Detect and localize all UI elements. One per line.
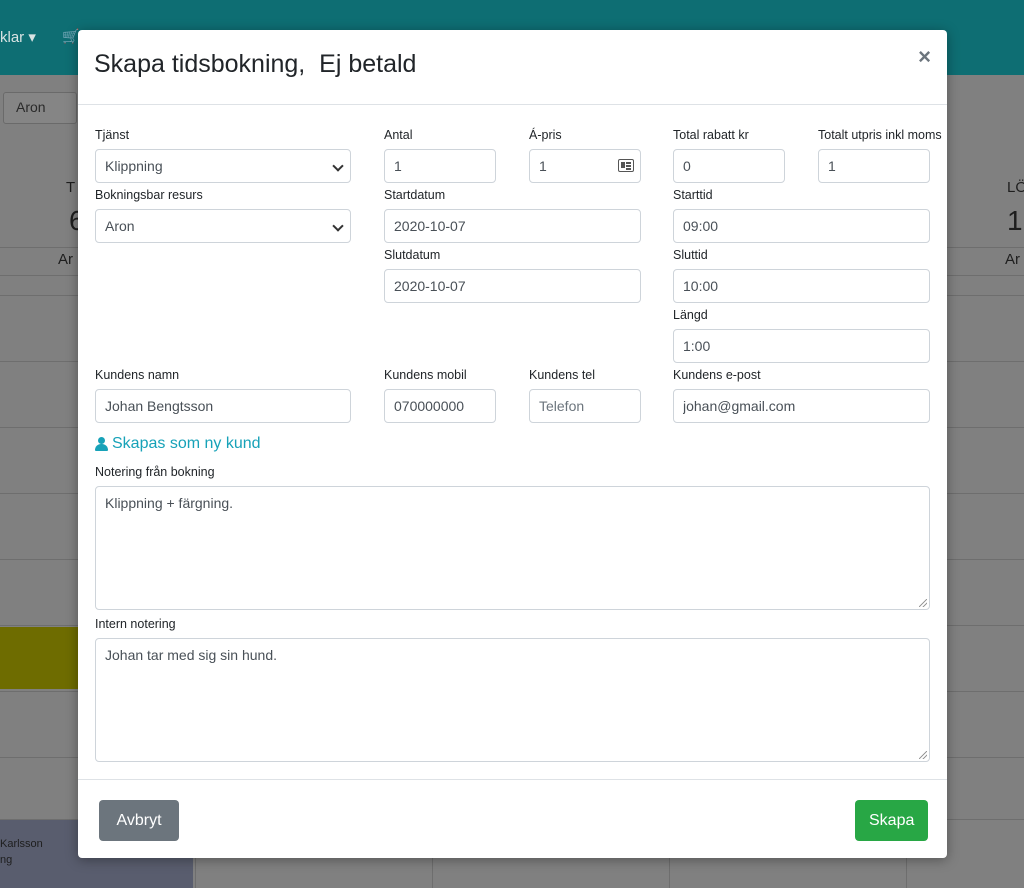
duration-value: 1:00 — [683, 338, 711, 354]
resource-select[interactable]: Aron — [95, 209, 351, 243]
customer-email-label: Kundens e-post — [673, 368, 761, 382]
create-booking-modal: Skapa tidsbokning, Ej betald × Tjänst An… — [78, 30, 947, 858]
total-price-label: Totalt utpris inkl moms — [818, 128, 942, 142]
customer-phone-placeholder: Telefon — [539, 398, 585, 414]
resource-filter-select[interactable]: Aron — [3, 92, 77, 124]
customer-mobile-value: 070000000 — [394, 398, 465, 414]
modal-title: Skapa tidsbokning, Ej betald — [94, 50, 417, 78]
customer-name-input[interactable]: Johan Bengtsson — [95, 389, 351, 423]
booking-block-sub: ng — [0, 854, 13, 866]
customer-mobile-label: Kundens mobil — [384, 368, 467, 382]
booking-note-textarea[interactable]: Klippning + färgning. — [95, 486, 930, 610]
user-icon — [95, 437, 108, 451]
service-value: Klippning — [105, 158, 163, 174]
customer-name-label: Kundens namn — [95, 368, 180, 382]
start-date-value: 2020-10-07 — [394, 218, 466, 234]
customer-name-value: Johan Bengtsson — [105, 398, 214, 414]
start-time-label: Starttid — [673, 188, 713, 202]
duration-label: Längd — [673, 308, 708, 322]
modal-header: Skapa tidsbokning, Ej betald × — [78, 30, 947, 105]
day-resource-left: Ar — [58, 251, 73, 268]
booking-block-yellow[interactable] — [0, 627, 78, 689]
resource-label: Bokningsbar resurs — [95, 188, 203, 202]
resize-handle-icon[interactable] — [919, 751, 927, 759]
new-customer-text: Skapas som ny kund — [112, 435, 261, 452]
discount-label: Total rabatt kr — [673, 128, 749, 142]
nav-dropdown-klar[interactable]: klar ▾ — [0, 28, 36, 46]
end-date-input[interactable]: 2020-10-07 — [384, 269, 641, 303]
start-time-value: 09:00 — [683, 218, 719, 234]
service-label: Tjänst — [95, 128, 130, 142]
customer-phone-label: Kundens tel — [529, 368, 596, 382]
end-date-value: 2020-10-07 — [394, 278, 466, 294]
modal-footer — [78, 779, 947, 859]
booking-note-value: Klippning + färgning. — [105, 495, 234, 511]
quantity-value: 1 — [394, 158, 402, 174]
quantity-label: Antal — [384, 128, 413, 142]
total-price-input[interactable]: 1 — [818, 149, 930, 183]
internal-note-value: Johan tar med sig sin hund. — [105, 647, 277, 663]
resource-value: Aron — [105, 218, 135, 234]
customer-mobile-input[interactable]: 070000000 — [384, 389, 496, 423]
unit-price-label: Á-pris — [529, 128, 562, 142]
total-price-value: 1 — [828, 158, 836, 174]
unit-price-value: 1 — [539, 158, 547, 174]
cancel-button[interactable]: Avbryt — [99, 800, 179, 841]
end-time-label: Sluttid — [673, 248, 708, 262]
duration-input[interactable]: 1:00 — [673, 329, 930, 363]
close-icon[interactable]: × — [918, 46, 931, 68]
internal-note-textarea[interactable]: Johan tar med sig sin hund. — [95, 638, 930, 762]
day-header-left: T — [66, 179, 76, 196]
resize-handle-icon[interactable] — [919, 599, 927, 607]
service-select[interactable]: Klippning — [95, 149, 351, 183]
end-date-label: Slutdatum — [384, 248, 441, 262]
day-number-right: 1( — [1007, 205, 1024, 236]
discount-input[interactable]: 0 — [673, 149, 785, 183]
start-date-input[interactable]: 2020-10-07 — [384, 209, 641, 243]
start-time-input[interactable]: 09:00 — [673, 209, 930, 243]
discount-value: 0 — [683, 158, 691, 174]
end-time-input[interactable]: 10:00 — [673, 269, 930, 303]
create-button[interactable]: Skapa — [855, 800, 928, 841]
end-time-value: 10:00 — [683, 278, 719, 294]
customer-email-value: johan@gmail.com — [683, 398, 796, 414]
price-list-icon[interactable] — [618, 159, 634, 172]
unit-price-input[interactable]: 1 — [529, 149, 641, 183]
internal-note-label: Intern notering — [95, 617, 176, 631]
booking-block-name: Karlsson — [0, 838, 43, 850]
customer-email-input[interactable]: johan@gmail.com — [673, 389, 930, 423]
start-date-label: Startdatum — [384, 188, 446, 202]
customer-phone-input[interactable]: Telefon — [529, 389, 641, 423]
cart-icon[interactable]: 🛒 — [62, 28, 79, 45]
new-customer-link[interactable]: Skapas som ny kund — [95, 435, 261, 453]
booking-note-label: Notering från bokning — [95, 465, 215, 479]
day-resource-right: Ar — [1005, 251, 1020, 268]
day-header-right: LÖ — [1007, 179, 1024, 196]
quantity-input[interactable]: 1 — [384, 149, 496, 183]
